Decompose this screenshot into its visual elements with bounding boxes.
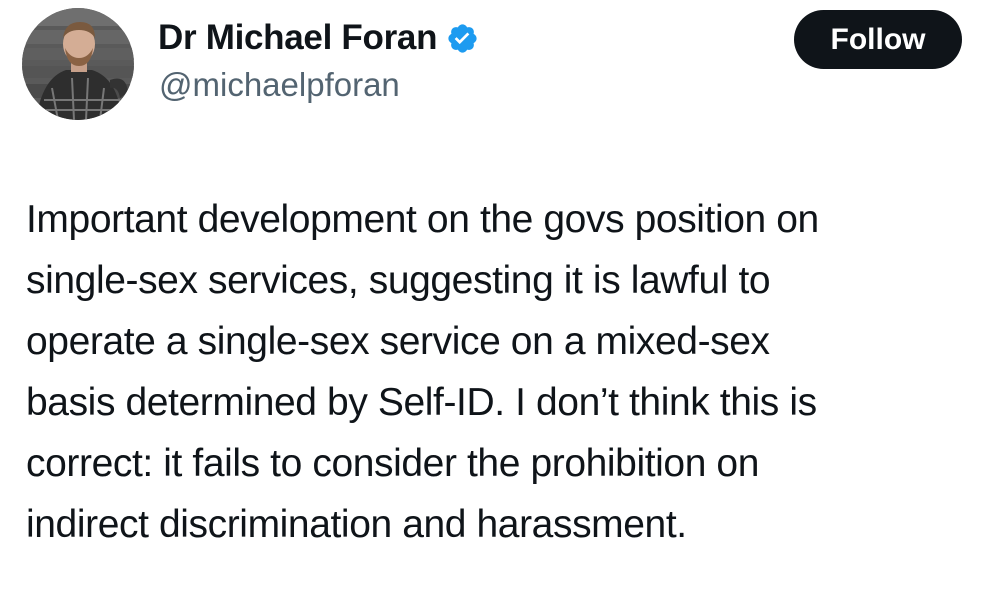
- verified-badge-icon: [446, 22, 479, 55]
- author-name-row: Dr Michael Foran: [158, 18, 479, 58]
- author-handle[interactable]: @michaelpforan: [159, 66, 400, 104]
- tweet-text: Important development on the govs positi…: [26, 198, 819, 546]
- tweet-card: Dr Michael Foran @michaelpforan Follow I…: [0, 0, 1007, 600]
- avatar[interactable]: [22, 8, 134, 120]
- avatar-photo: [22, 8, 134, 120]
- display-name[interactable]: Dr Michael Foran: [158, 18, 437, 58]
- follow-button[interactable]: Follow: [794, 10, 962, 69]
